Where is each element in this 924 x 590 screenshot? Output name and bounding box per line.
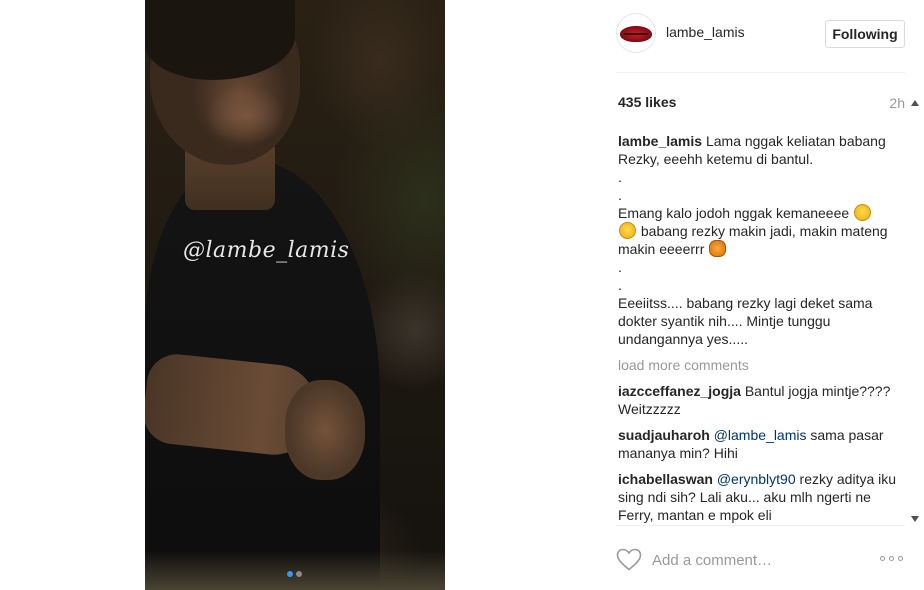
comment-username[interactable]: iazcceffanez_jogja [618, 383, 741, 399]
comment-username[interactable]: ichabellaswan [618, 471, 713, 487]
comment-mention[interactable]: @erynblyt90 [717, 471, 796, 487]
carousel-indicator [287, 571, 302, 577]
comment-username[interactable]: suadjauharoh [618, 427, 710, 443]
carousel-dot-active [287, 571, 293, 577]
post-details-panel: lambe_lamis Following 435 likes 2h lambe… [605, 0, 924, 590]
comments-list[interactable]: lambe_lamis Lama nggak keliatan babang R… [618, 132, 898, 524]
more-dot [889, 556, 894, 561]
scrollbar[interactable] [907, 97, 924, 525]
lips-avatar-icon [620, 26, 652, 42]
footer-divider [616, 525, 905, 526]
following-button[interactable]: Following [825, 20, 905, 48]
caption-text-2b: babang rezky makin jadi, makin mateng ma… [618, 223, 888, 257]
comment-mention[interactable]: @lambe_lamis [714, 427, 807, 443]
list-item: iazcceffanez_jogja Bantul jogja mintje??… [618, 382, 898, 418]
load-more-comments-link[interactable]: load more comments [618, 356, 898, 374]
photo-watermark: @lambe_lamis [183, 238, 350, 263]
avatar[interactable] [616, 13, 656, 53]
tiger-emoji-icon [709, 240, 727, 257]
post-photo[interactable]: @lambe_lamis [145, 0, 445, 590]
list-item: ichabellaswan @erynblyt90 rezky aditya i… [618, 470, 898, 524]
post-header: lambe_lamis Following [605, 0, 924, 72]
caption: lambe_lamis Lama nggak keliatan babang R… [618, 132, 898, 348]
more-options-icon[interactable] [880, 556, 903, 561]
caption-dot: . [618, 277, 622, 293]
more-dot [898, 556, 903, 561]
caption-dot: . [618, 259, 622, 275]
header-divider [616, 72, 905, 73]
more-dot [880, 556, 885, 561]
caption-dot: . [618, 169, 622, 185]
add-comment-input[interactable] [652, 548, 862, 572]
list-item: suadjauharoh @lambe_lamis sama pasar man… [618, 426, 898, 462]
caption-text-2a: Emang kalo jodoh nggak kemaneeee [618, 205, 850, 221]
caption-username[interactable]: lambe_lamis [618, 133, 702, 149]
caption-text-3: Eeeiitss.... babang rezky lagi deket sam… [618, 295, 873, 347]
photo-bottom-shade [145, 550, 445, 590]
header-username[interactable]: lambe_lamis [666, 24, 745, 40]
scroll-up-arrow-icon[interactable] [911, 100, 919, 106]
scroll-down-arrow-icon[interactable] [911, 516, 919, 522]
heart-outline-icon[interactable] [616, 548, 642, 572]
photo-subject-hand [285, 380, 365, 480]
post-time[interactable]: 2h [889, 95, 905, 111]
smiling-emoji-icon [619, 222, 636, 239]
smiling-emoji-icon [854, 204, 872, 221]
likes-count[interactable]: 435 likes [618, 94, 676, 110]
caption-dot: . [618, 187, 622, 203]
carousel-dot [296, 571, 302, 577]
